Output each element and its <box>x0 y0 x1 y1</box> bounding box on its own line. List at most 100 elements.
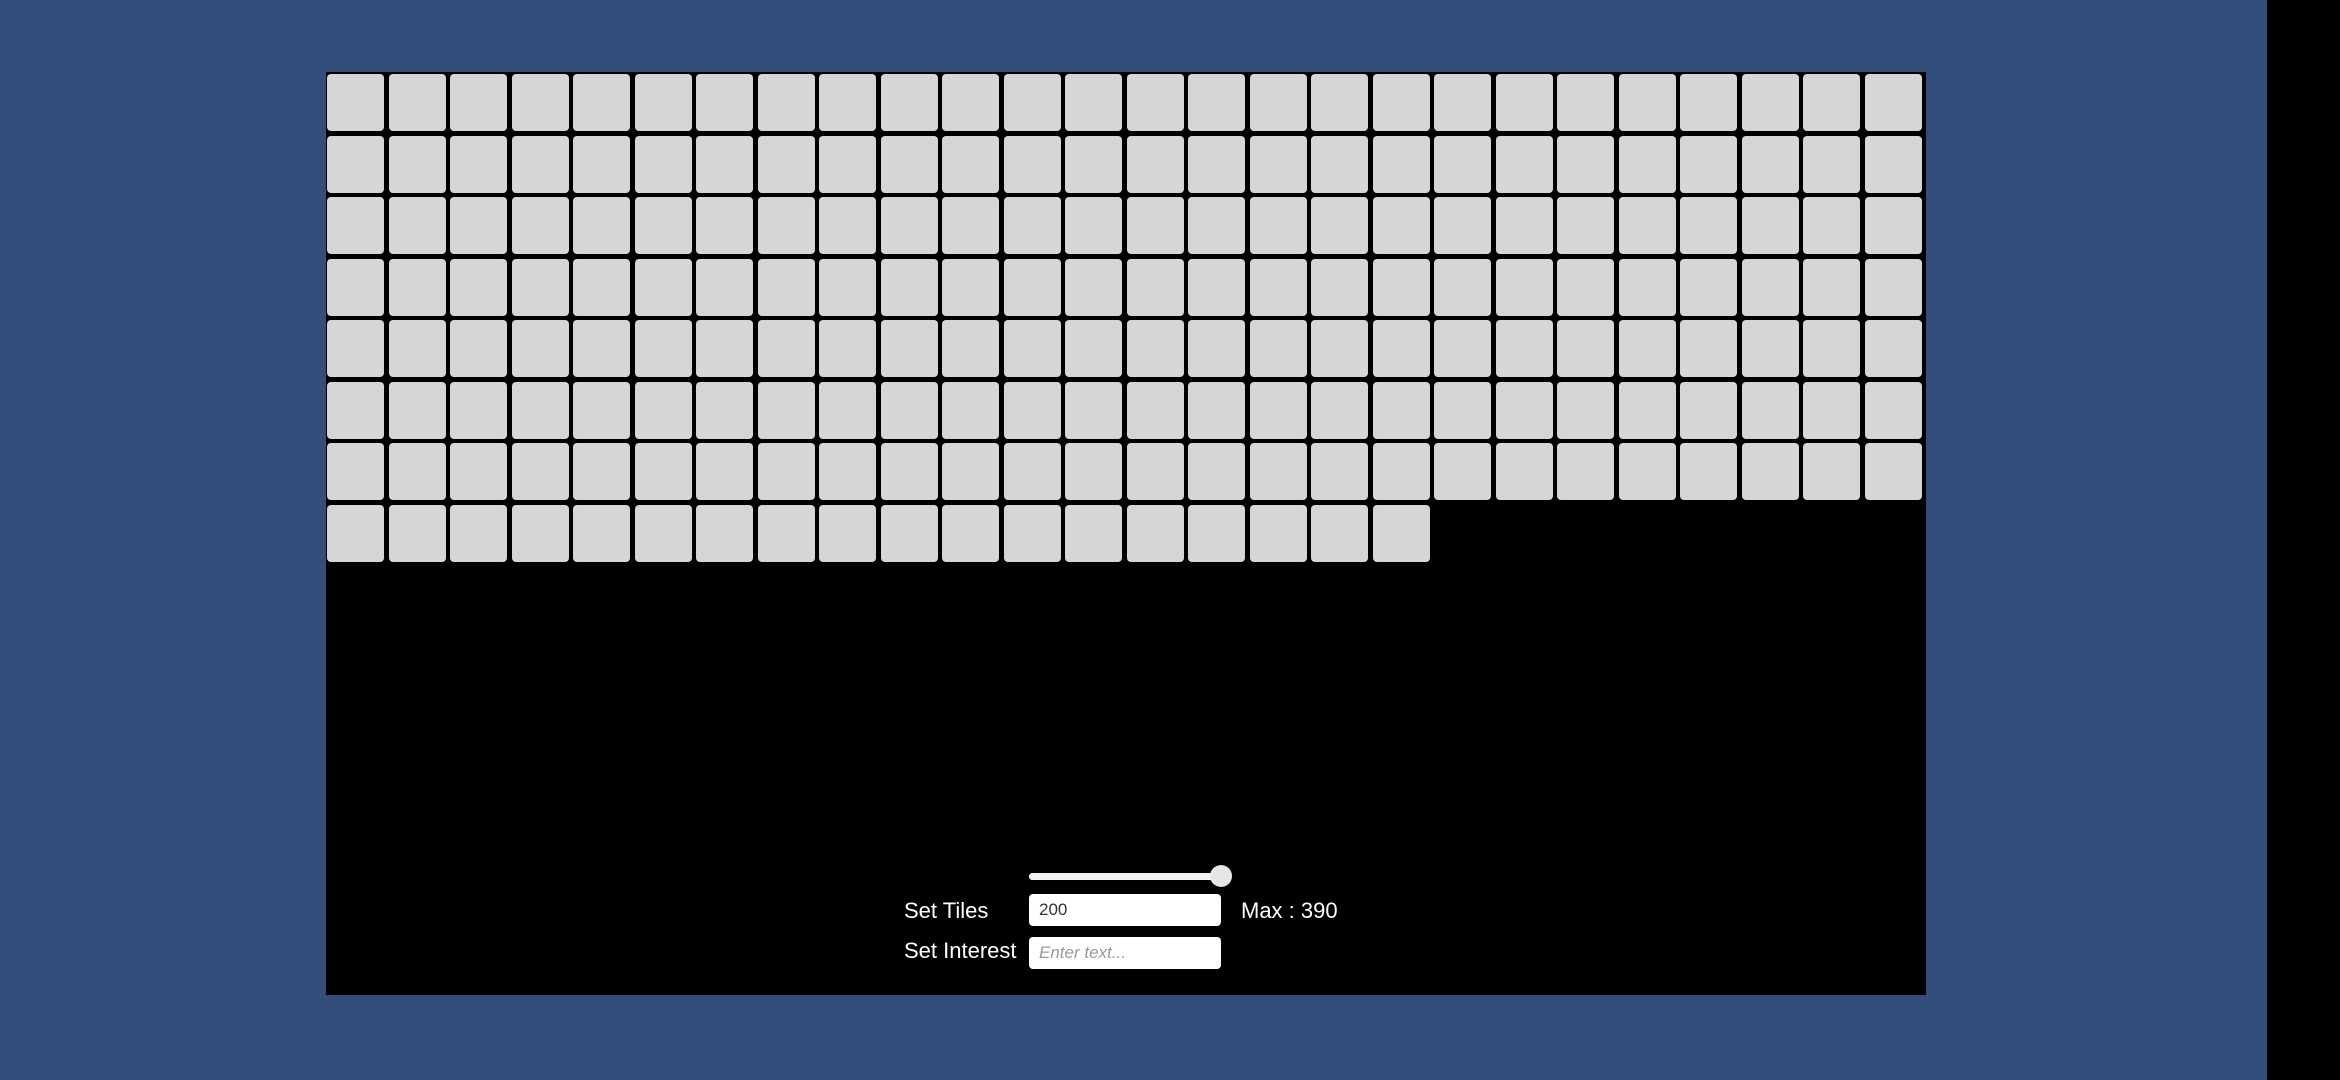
tile[interactable] <box>757 320 815 377</box>
tile[interactable] <box>1311 504 1368 562</box>
tile[interactable] <box>327 135 384 193</box>
tile[interactable] <box>511 74 569 131</box>
tiles-slider[interactable] <box>1029 865 1232 887</box>
tile[interactable] <box>1311 381 1368 439</box>
tile[interactable] <box>1557 381 1614 439</box>
tile[interactable] <box>1249 504 1307 562</box>
tile[interactable] <box>819 320 876 377</box>
tile[interactable] <box>1618 381 1676 439</box>
tile[interactable] <box>1188 504 1245 562</box>
tile[interactable] <box>511 197 569 254</box>
tile[interactable] <box>1434 258 1491 316</box>
tile[interactable] <box>634 320 692 377</box>
tile[interactable] <box>1126 258 1184 316</box>
tile[interactable] <box>1557 135 1614 193</box>
tile[interactable] <box>696 74 753 131</box>
tile[interactable] <box>880 443 938 500</box>
tile[interactable] <box>1741 381 1799 439</box>
tile[interactable] <box>1434 381 1491 439</box>
tile[interactable] <box>388 135 446 193</box>
tile[interactable] <box>1003 197 1061 254</box>
tile[interactable] <box>327 197 384 254</box>
tile[interactable] <box>573 443 630 500</box>
tile[interactable] <box>1495 135 1553 193</box>
tile[interactable] <box>573 74 630 131</box>
tile[interactable] <box>1188 258 1245 316</box>
tile[interactable] <box>450 504 507 562</box>
tile[interactable] <box>819 258 876 316</box>
tiles-input[interactable] <box>1029 894 1221 926</box>
tile[interactable] <box>1680 381 1737 439</box>
tile[interactable] <box>1741 443 1799 500</box>
tile[interactable] <box>1126 381 1184 439</box>
tile[interactable] <box>1372 258 1430 316</box>
tile[interactable] <box>1557 320 1614 377</box>
tile[interactable] <box>880 74 938 131</box>
tile[interactable] <box>573 197 630 254</box>
tile[interactable] <box>450 258 507 316</box>
tile[interactable] <box>1618 320 1676 377</box>
tile[interactable] <box>450 74 507 131</box>
tile[interactable] <box>880 381 938 439</box>
tile[interactable] <box>1864 135 1922 193</box>
tile[interactable] <box>1126 197 1184 254</box>
tile[interactable] <box>327 74 384 131</box>
tile[interactable] <box>696 320 753 377</box>
tile[interactable] <box>819 504 876 562</box>
tile[interactable] <box>1311 320 1368 377</box>
tile[interactable] <box>1188 135 1245 193</box>
tile[interactable] <box>696 258 753 316</box>
tile[interactable] <box>1495 320 1553 377</box>
tile[interactable] <box>942 74 999 131</box>
tile[interactable] <box>1495 258 1553 316</box>
tile[interactable] <box>1803 135 1860 193</box>
tile[interactable] <box>1188 74 1245 131</box>
tile[interactable] <box>696 381 753 439</box>
tile[interactable] <box>1372 504 1430 562</box>
tile[interactable] <box>1495 381 1553 439</box>
tile[interactable] <box>1311 258 1368 316</box>
tile[interactable] <box>511 135 569 193</box>
tile[interactable] <box>1003 135 1061 193</box>
tile[interactable] <box>819 74 876 131</box>
tile[interactable] <box>1557 258 1614 316</box>
tile[interactable] <box>1803 443 1860 500</box>
tile[interactable] <box>388 443 446 500</box>
tile[interactable] <box>1249 74 1307 131</box>
tile[interactable] <box>1126 74 1184 131</box>
tile[interactable] <box>757 197 815 254</box>
tile[interactable] <box>1434 320 1491 377</box>
tile[interactable] <box>819 135 876 193</box>
tile[interactable] <box>511 504 569 562</box>
tile[interactable] <box>1618 135 1676 193</box>
tile[interactable] <box>1065 135 1122 193</box>
tile[interactable] <box>942 197 999 254</box>
tile[interactable] <box>1495 443 1553 500</box>
tile[interactable] <box>573 320 630 377</box>
tile[interactable] <box>634 504 692 562</box>
tile[interactable] <box>1065 443 1122 500</box>
tile[interactable] <box>1557 443 1614 500</box>
tile[interactable] <box>1372 197 1430 254</box>
tile[interactable] <box>880 197 938 254</box>
tile[interactable] <box>1065 320 1122 377</box>
tile[interactable] <box>1372 74 1430 131</box>
tile[interactable] <box>1311 135 1368 193</box>
tile[interactable] <box>1188 443 1245 500</box>
tile[interactable] <box>757 135 815 193</box>
tile[interactable] <box>1126 443 1184 500</box>
tile[interactable] <box>1864 320 1922 377</box>
tile[interactable] <box>1680 320 1737 377</box>
tile[interactable] <box>696 504 753 562</box>
tile[interactable] <box>327 320 384 377</box>
tile[interactable] <box>1003 443 1061 500</box>
tile[interactable] <box>819 381 876 439</box>
tile[interactable] <box>1249 320 1307 377</box>
tile[interactable] <box>1065 197 1122 254</box>
tile[interactable] <box>573 135 630 193</box>
tile[interactable] <box>634 74 692 131</box>
tile[interactable] <box>1741 74 1799 131</box>
tile[interactable] <box>1311 74 1368 131</box>
tile[interactable] <box>388 197 446 254</box>
tile[interactable] <box>1065 74 1122 131</box>
